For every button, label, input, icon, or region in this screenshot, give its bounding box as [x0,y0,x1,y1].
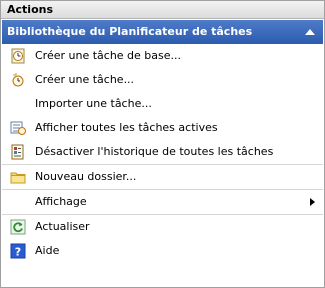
help-icon: ? [10,243,26,259]
action-label: Affichage [35,195,87,208]
active-tasks-icon [10,120,26,136]
section-header-library[interactable]: Bibliothèque du Planificateur de tâches [2,20,323,44]
action-list: Créer une tâche de base... Créer une tâc… [2,44,323,263]
view-spacer-icon [10,194,26,210]
action-show-active-tasks[interactable]: Afficher toutes les tâches actives [2,116,323,140]
action-label: Actualiser [35,220,90,233]
pane-title: Actions [1,1,324,19]
action-refresh[interactable]: Actualiser [2,215,323,239]
submenu-arrow-icon [310,198,315,206]
folder-icon [10,169,26,185]
basic-task-icon [10,48,26,64]
action-label: Désactiver l'historique de toutes les tâ… [35,145,274,158]
action-label: Afficher toutes les tâches actives [35,121,218,134]
action-create-basic-task[interactable]: Créer une tâche de base... [2,44,323,68]
section-title: Bibliothèque du Planificateur de tâches [7,25,253,38]
collapse-arrow-icon[interactable] [305,29,315,35]
action-view-menu[interactable]: Affichage [2,190,323,215]
action-label: Nouveau dossier... [35,170,137,183]
action-disable-history[interactable]: Désactiver l'historique de toutes les tâ… [2,140,323,165]
action-label: Aide [35,244,60,257]
action-create-task[interactable]: Créer une tâche... [2,68,323,92]
action-label: Créer une tâche... [35,73,135,86]
svg-text:?: ? [15,246,21,259]
refresh-icon [10,219,26,235]
history-icon [10,144,26,160]
action-help[interactable]: ? Aide [2,239,323,263]
action-label: Importer une tâche... [35,97,152,110]
create-task-icon [10,72,26,88]
import-task-icon [10,96,26,112]
action-import-task[interactable]: Importer une tâche... [2,92,323,116]
action-new-folder[interactable]: Nouveau dossier... [2,165,323,190]
action-label: Créer une tâche de base... [35,49,182,62]
actions-pane: Actions Bibliothèque du Planificateur de… [0,0,325,288]
